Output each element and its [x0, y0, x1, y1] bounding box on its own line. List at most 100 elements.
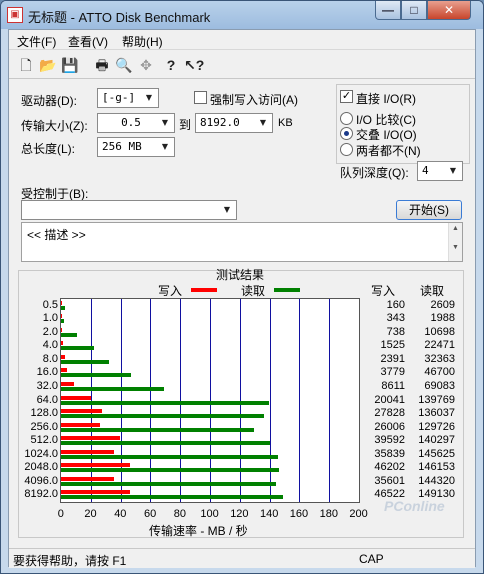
maximize-button[interactable]: □: [401, 1, 427, 20]
write-value-cell: 26006: [374, 420, 405, 433]
move-icon[interactable]: ✥: [137, 56, 155, 74]
y-tick-label: 512.0: [30, 434, 58, 447]
write-value-cell: 46522: [374, 488, 405, 501]
write-bar: [61, 422, 100, 427]
chevron-down-icon: ▼: [259, 118, 267, 127]
y-tick-label: 256.0: [30, 420, 58, 433]
read-value-cell: 145625: [418, 447, 455, 460]
transfer-to-value: 8192.0: [200, 116, 240, 129]
throughput-chart: [60, 298, 360, 503]
grid-line: [299, 299, 301, 502]
write-bar: [61, 327, 63, 332]
read-value-cell: 32363: [424, 352, 455, 365]
x-tick-label: 60: [144, 508, 157, 520]
drive-label: 驱动器(D):: [21, 94, 77, 108]
write-value-cell: 35601: [374, 474, 405, 487]
x-tick-label: 40: [114, 508, 127, 520]
io-compare-radio[interactable]: [340, 112, 353, 125]
write-bar: [61, 368, 67, 373]
transfer-from-select[interactable]: 0.5 ▼: [97, 113, 175, 133]
save-icon[interactable]: 💾: [61, 56, 79, 74]
overlap-io-label: 交叠 I/O(O): [356, 128, 417, 142]
new-file-icon[interactable]: 🗋: [17, 56, 35, 74]
read-value-cell: 149130: [418, 488, 455, 501]
app-window: ▣ 无标题 - ATTO Disk Benchmark — □ ✕ 文件(F) …: [0, 0, 484, 574]
write-bar: [61, 300, 62, 305]
status-cap-indicator: CAP: [359, 552, 384, 566]
app-icon: ▣: [7, 7, 23, 23]
read-bar: [61, 319, 64, 324]
read-value-cell: 129726: [418, 420, 455, 433]
client-area: 文件(F) 查看(V) 帮助(H) 🗋 📂 💾 🖶 🔍 ✥ ? ↖? 驱动器(D…: [8, 29, 476, 568]
total-length-select[interactable]: 256 MB ▼: [97, 137, 175, 157]
y-tick-label: 8.0: [42, 352, 58, 365]
read-bar: [61, 346, 95, 351]
read-bar: [61, 441, 271, 446]
write-value-cell: 160: [386, 298, 405, 311]
write-bar: [61, 463, 130, 468]
status-bar: 要获得帮助，请按 F1 CAP: [9, 548, 475, 568]
transfer-to-select[interactable]: 8192.0 ▼: [195, 113, 273, 133]
force-write-label: 强制写入访问(A): [210, 93, 298, 107]
scroll-up-icon[interactable]: ▲: [449, 225, 462, 232]
menu-help[interactable]: 帮助(H): [122, 33, 163, 50]
description-scrollbar[interactable]: ▲ ▼: [448, 223, 462, 261]
y-tick-label: 0.5: [42, 298, 58, 311]
write-bar: [61, 381, 74, 386]
description-text: << 描述 >>: [27, 228, 86, 242]
write-value-cell: 27828: [374, 407, 405, 420]
window-title: 无标题 - ATTO Disk Benchmark: [28, 10, 211, 25]
description-textarea[interactable]: << 描述 >> ▲ ▼: [21, 222, 463, 262]
start-button[interactable]: 开始(S): [396, 200, 462, 220]
neither-radio[interactable]: [340, 143, 353, 156]
scroll-down-icon[interactable]: ▼: [449, 244, 462, 251]
read-bar: [61, 495, 284, 500]
context-help-icon[interactable]: ↖?: [184, 56, 204, 74]
read-column-header: 读取: [420, 284, 445, 298]
y-tick-label: 8192.0: [24, 488, 58, 501]
write-column-header: 写入: [371, 284, 396, 298]
x-tick-label: 80: [173, 508, 187, 520]
close-button[interactable]: ✕: [427, 1, 471, 20]
y-tick-label: 1.0: [42, 312, 58, 325]
help-icon[interactable]: ?: [162, 56, 180, 74]
watermark-logo: PConline: [384, 498, 445, 514]
total-length-label: 总长度(L):: [21, 142, 76, 156]
controlled-by-select[interactable]: ▼: [21, 200, 237, 220]
open-folder-icon[interactable]: 📂: [39, 56, 57, 74]
write-value-cell: 35839: [374, 447, 405, 460]
menu-file[interactable]: 文件(F): [17, 33, 56, 50]
y-tick-label: 64.0: [36, 393, 58, 406]
x-axis-label: 传输速率 - MB / 秒: [149, 524, 248, 538]
y-tick-label: 4.0: [42, 339, 58, 352]
x-tick-label: 140: [260, 508, 279, 520]
y-tick-label: 2.0: [42, 325, 58, 338]
read-value-cell: 1988: [430, 312, 455, 325]
write-value-cell: 2391: [380, 352, 405, 365]
y-tick-label: 2048.0: [24, 461, 58, 474]
queue-depth-select[interactable]: 4 ▼: [417, 161, 463, 181]
minimize-button[interactable]: —: [375, 1, 401, 20]
write-bar: [61, 476, 115, 481]
status-help-text: 要获得帮助，请按 F1: [13, 554, 127, 568]
overlap-io-radio[interactable]: [340, 127, 353, 140]
read-value-cell: 144320: [418, 474, 455, 487]
read-bar: [61, 305, 65, 310]
title-bar[interactable]: ▣ 无标题 - ATTO Disk Benchmark — □ ✕: [1, 1, 483, 29]
print-icon[interactable]: 🖶: [93, 56, 111, 74]
write-bar: [61, 354, 65, 359]
menu-view[interactable]: 查看(V): [68, 33, 108, 50]
read-value-cell: 139769: [418, 393, 455, 406]
read-bar: [61, 386, 164, 391]
read-value-cell: 140297: [418, 434, 455, 447]
force-write-checkbox[interactable]: [194, 91, 207, 104]
read-bar: [61, 454, 278, 459]
drive-select[interactable]: [-g-] ▼: [97, 88, 159, 108]
toolbar: 🗋 📂 💾 🖶 🔍 ✥ ? ↖?: [9, 51, 475, 79]
write-value-cell: 343: [386, 312, 405, 325]
menu-bar: 文件(F) 查看(V) 帮助(H): [9, 30, 475, 50]
print-preview-icon[interactable]: 🔍: [115, 56, 133, 74]
read-legend-swatch: [274, 288, 300, 292]
read-value-cell: 10698: [424, 325, 455, 338]
queue-depth-value: 4: [422, 164, 429, 177]
